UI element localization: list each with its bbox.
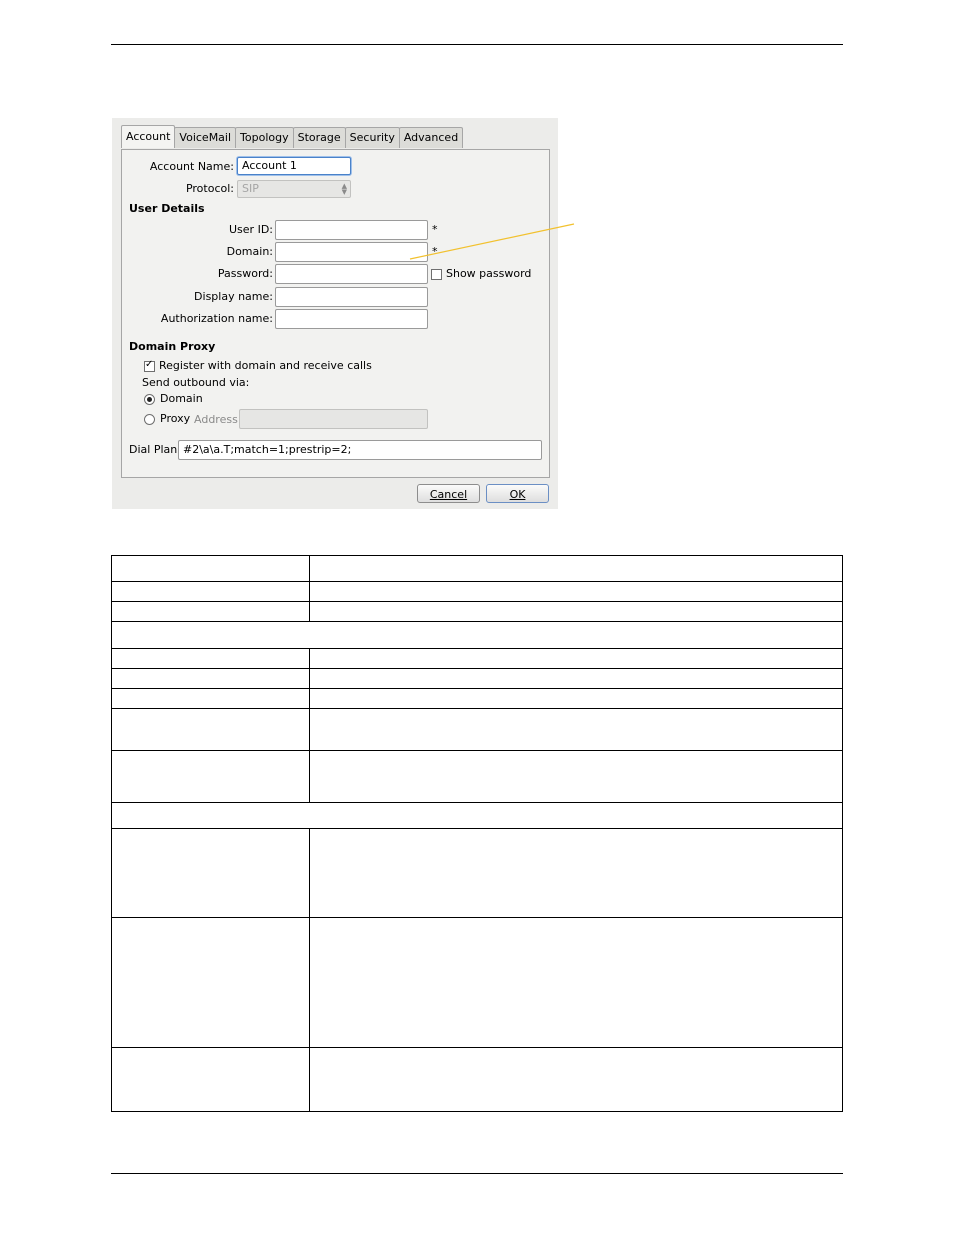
proxy-radio[interactable] <box>144 414 155 425</box>
domain-proxy-heading: Domain Proxy <box>129 340 216 353</box>
header-rule <box>111 44 843 45</box>
tab-topology[interactable]: Topology <box>235 127 294 148</box>
register-label: Register with domain and receive calls <box>159 359 372 372</box>
password-input[interactable] <box>275 264 428 284</box>
table-row <box>111 648 843 669</box>
tab-account[interactable]: Account <box>121 125 176 148</box>
table-header-row <box>111 555 843 582</box>
user-id-input[interactable] <box>275 220 428 240</box>
domain-radio-label: Domain <box>160 392 203 405</box>
register-checkbox[interactable] <box>144 359 155 372</box>
table-row <box>111 668 843 689</box>
table-cell <box>111 828 310 918</box>
table-row <box>111 750 843 803</box>
table-cell <box>111 802 843 829</box>
cancel-button-label: Cancel <box>429 488 468 501</box>
proxy-address-input[interactable] <box>239 409 428 429</box>
domain-radio[interactable] <box>144 394 155 405</box>
table-cell <box>111 648 310 669</box>
table-row <box>111 828 843 918</box>
proxy-radio-label: Proxy <box>160 412 191 425</box>
ok-button-label: OK <box>509 488 526 501</box>
table-cell <box>111 750 310 803</box>
table-row <box>111 601 843 622</box>
protocol-label: Protocol: <box>185 182 234 195</box>
ok-button[interactable]: OK <box>486 484 549 503</box>
account-tab-panel: Account Name: Account 1 Protocol: SIP ▲ ▼… <box>121 149 550 478</box>
protocol-select[interactable]: SIP ▲ ▼ <box>237 180 351 198</box>
required-mark: * <box>432 223 438 236</box>
table-section-row <box>111 621 843 649</box>
tab-bar: Account VoiceMail Topology Storage Secur… <box>121 125 464 149</box>
table-cell <box>309 555 843 582</box>
table-cell <box>309 581 843 602</box>
table-row <box>111 708 843 751</box>
table-row <box>111 688 843 709</box>
dial-plan-label: Dial Plan: <box>129 443 181 456</box>
tab-storage[interactable]: Storage <box>292 127 346 148</box>
protocol-value: SIP <box>242 182 259 195</box>
tab-voicemail[interactable]: VoiceMail <box>174 127 237 148</box>
table-cell <box>309 917 843 1048</box>
table-cell <box>111 917 310 1048</box>
user-details-heading: User Details <box>129 202 205 215</box>
table-row <box>111 581 843 602</box>
field-description-table <box>111 555 843 1112</box>
table-section-row <box>111 802 843 829</box>
table-cell <box>309 648 843 669</box>
required-mark: * <box>432 245 438 258</box>
dial-plan-input[interactable]: #2\a\a.T;match=1;prestrip=2; <box>178 440 542 460</box>
footer-rule <box>111 1173 843 1174</box>
tab-advanced[interactable]: Advanced <box>398 127 464 148</box>
table-row <box>111 1047 843 1112</box>
table-cell <box>111 601 310 622</box>
display-name-input[interactable] <box>275 287 428 307</box>
table-row <box>111 917 843 1048</box>
show-password-checkbox[interactable] <box>431 269 442 280</box>
table-cell <box>111 688 310 709</box>
table-cell <box>111 1047 310 1112</box>
table-cell <box>111 555 310 582</box>
send-outbound-label: Send outbound via: <box>142 376 250 389</box>
account-settings-dialog: Account VoiceMail Topology Storage Secur… <box>112 118 558 509</box>
cancel-button[interactable]: Cancel <box>417 484 480 503</box>
table-cell <box>309 750 843 803</box>
domain-input[interactable] <box>275 242 428 262</box>
table-cell <box>309 601 843 622</box>
table-cell <box>309 668 843 689</box>
address-label: Address: <box>194 413 242 426</box>
table-cell <box>309 828 843 918</box>
show-password-label: Show password <box>446 267 532 280</box>
domain-label: Domain: <box>226 245 273 258</box>
account-name-label: Account Name: <box>149 160 234 173</box>
table-cell <box>111 708 310 751</box>
password-label: Password: <box>217 267 273 280</box>
display-name-label: Display name: <box>194 290 273 303</box>
spinner-arrows-icon: ▲ ▼ <box>341 182 347 196</box>
authorization-name-input[interactable] <box>275 309 428 329</box>
table-cell <box>111 621 843 649</box>
user-id-label: User ID: <box>229 223 273 236</box>
table-cell <box>309 708 843 751</box>
account-name-input[interactable]: Account 1 <box>237 157 351 175</box>
table-cell <box>309 688 843 709</box>
tab-security[interactable]: Security <box>344 127 400 148</box>
table-cell <box>309 1047 843 1112</box>
table-cell <box>111 668 310 689</box>
table-cell <box>111 581 310 602</box>
authorization-name-label: Authorization name: <box>160 312 273 325</box>
